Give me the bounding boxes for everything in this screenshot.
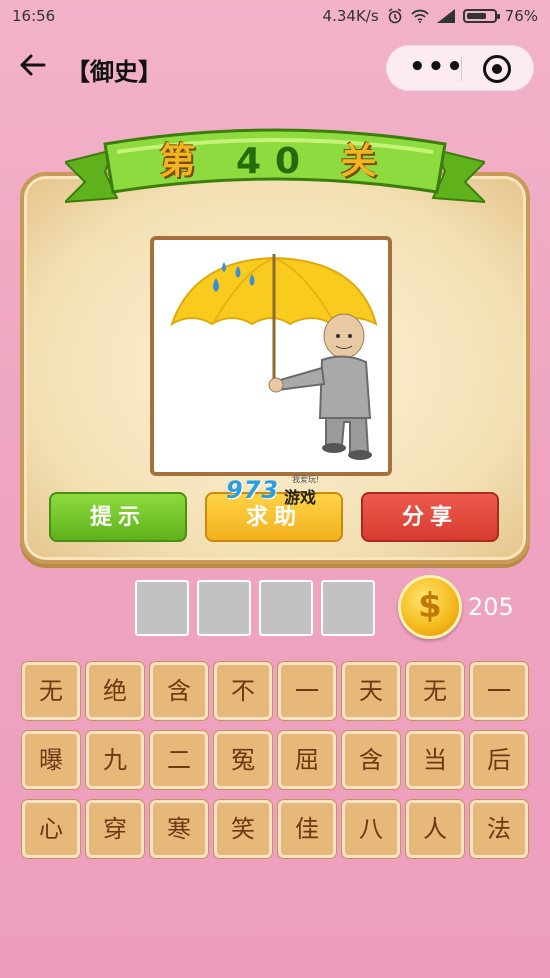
level-title: 第 40 关 [65, 132, 485, 184]
watermark-number: 973 [226, 476, 280, 504]
mini-program-capsule: ••• [386, 45, 534, 91]
puzzle-picture [150, 236, 392, 476]
tile-r2-c4[interactable]: 冤 [214, 731, 272, 789]
tile-r2-c8[interactable]: 后 [470, 731, 528, 789]
status-right: 4.34K/s 76% [323, 7, 538, 25]
status-time: 16:56 [12, 7, 56, 25]
answer-slot-4[interactable] [321, 580, 375, 636]
close-target-icon[interactable] [483, 55, 511, 83]
tile-r1-c3[interactable]: 含 [150, 662, 208, 720]
share-button[interactable]: 分享 [361, 492, 499, 542]
tile-r3-c3[interactable]: 寒 [150, 800, 208, 858]
tile-r2-c5[interactable]: 屈 [278, 731, 336, 789]
tile-r3-c1[interactable]: 心 [22, 800, 80, 858]
tile-r1-c1[interactable]: 无 [22, 662, 80, 720]
wifi-icon [411, 9, 429, 23]
hint-button[interactable]: 提示 [49, 492, 187, 542]
more-dots-icon[interactable]: ••• [409, 54, 465, 80]
tile-r2-c3[interactable]: 二 [150, 731, 208, 789]
tile-r1-c7[interactable]: 无 [406, 662, 464, 720]
network-speed: 4.34K/s [322, 7, 379, 25]
tile-r3-c6[interactable]: 八 [342, 800, 400, 858]
tile-r3-c2[interactable]: 穿 [86, 800, 144, 858]
status-bar: 16:56 4.34K/s 76% [0, 0, 550, 32]
page-title: 【御史】 [66, 58, 162, 86]
umbrella-monk-illustration [170, 254, 378, 460]
tile-r3-c4[interactable]: 笑 [214, 800, 272, 858]
tile-r2-c2[interactable]: 九 [86, 731, 144, 789]
signal-icon [436, 9, 455, 23]
alarm-icon [387, 8, 403, 24]
level-prefix: 第 [159, 141, 210, 182]
tile-r1-c2[interactable]: 绝 [86, 662, 144, 720]
nav-bar: 【御史】 ••• [0, 32, 550, 104]
level-number: 40 [235, 141, 315, 182]
level-suffix: 关 [340, 141, 391, 182]
tile-r3-c7[interactable]: 人 [406, 800, 464, 858]
tile-r3-c8[interactable]: 法 [470, 800, 528, 858]
watermark-text: 游戏 [284, 488, 317, 507]
tile-r1-c5[interactable]: 一 [278, 662, 336, 720]
answer-slot-3[interactable] [259, 580, 313, 636]
coin-count: 205 [468, 593, 514, 621]
back-button[interactable] [18, 50, 58, 86]
back-arrow-icon [20, 54, 46, 76]
capsule-divider [461, 57, 462, 81]
battery-percent: 76% [504, 7, 538, 25]
tile-r1-c8[interactable]: 一 [470, 662, 528, 720]
tile-r2-c6[interactable]: 含 [342, 731, 400, 789]
battery-icon [462, 9, 500, 23]
answer-slot-2[interactable] [197, 580, 251, 636]
battery-fill [466, 13, 487, 19]
tile-r1-c6[interactable]: 天 [342, 662, 400, 720]
answer-slot-1[interactable] [135, 580, 189, 636]
coin-icon: $ [398, 575, 462, 639]
tile-r3-c5[interactable]: 佳 [278, 800, 336, 858]
tile-r2-c1[interactable]: 曝 [22, 731, 80, 789]
tile-r1-c4[interactable]: 不 [214, 662, 272, 720]
watermark-logo: 973 我爱玩! 游戏 [226, 475, 330, 507]
tile-r2-c7[interactable]: 当 [406, 731, 464, 789]
